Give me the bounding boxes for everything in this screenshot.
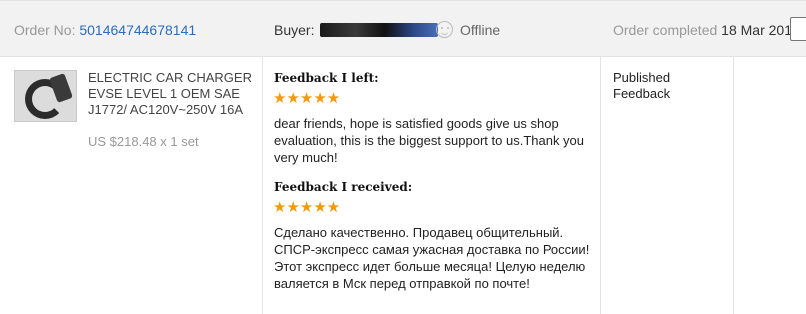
column-divider [262,57,263,314]
feedback-received-heading: Feedback I received: [274,180,413,194]
feedback-left-stars: ★★★★★ [273,90,341,107]
order-number-label: Order No: [14,22,76,38]
buyer-name-redacted [320,23,439,37]
order-header: Order No: 501464744678141 Buyer: Offline… [0,0,806,57]
feedback-left-heading: Feedback I left: [274,71,379,85]
completed-date: 18 Mar 2017 [721,22,800,38]
column-divider [733,57,734,314]
trash-icon[interactable] [790,17,806,41]
buyer-label: Buyer: [274,22,315,38]
product-title-link[interactable]: ELECTRIC CAR CHARGER EVSE LEVEL 1 OEM SA… [88,70,256,118]
feedback-received-text: Сделано качественно. Продавец общительны… [274,225,590,291]
product-image[interactable] [14,70,77,122]
feedback-status: Published Feedback [613,70,671,101]
smiley-icon [436,21,453,38]
online-status: Offline [460,22,501,38]
buyer-field: Buyer: [274,22,439,38]
feedback-left-text: dear friends, hope is satisfied goods gi… [274,116,585,165]
order-completed-info: Order completed 18 Mar 2017 [613,22,800,38]
order-number-link[interactable]: 501464744678141 [79,22,196,38]
feedback-received-stars: ★★★★★ [273,199,341,216]
order-number-field: Order No: 501464744678141 [14,22,196,38]
completed-label: Order completed [613,22,718,38]
product-price: US $218.48 x 1 set [88,134,199,149]
